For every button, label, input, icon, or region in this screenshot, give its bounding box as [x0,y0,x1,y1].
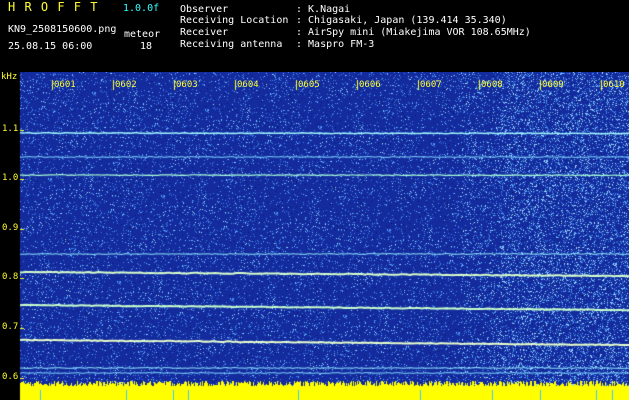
x-tick-label: 0607 [420,80,442,90]
x-tick-label: 0604 [237,80,259,90]
spectrogram-canvas [0,72,629,400]
location-label: Receiving Location [180,15,289,26]
program-version: 1.0.0f [123,3,160,14]
x-tick-label: 0603 [176,80,198,90]
date-time: 25.08.15 06:00 [8,41,93,52]
antenna-value: : Maspro FM-3 [296,39,375,50]
mode-label: meteor [124,29,161,40]
x-tick-label: 0605 [298,80,320,90]
y-tick-label: 1.0 [2,173,19,183]
receiver-label: Receiver [180,27,229,38]
receiver-value: : AirSpy mini (Miakejima VOR 108.65MHz) [296,27,531,38]
y-tick-label: 0.8 [2,272,19,282]
y-axis-unit: kHz [1,72,18,82]
location-value: : Chigasaki, Japan (139.414 35.340) [296,15,507,26]
y-tick-label: 0.6 [2,372,19,382]
y-tick-label: 1.1 [2,124,19,134]
x-tick-label: 0610 [603,80,625,90]
x-tick-label: 0602 [115,80,137,90]
x-tick-label: 0601 [54,80,76,90]
antenna-label: Receiving antenna [180,39,283,50]
file-name: KN9_2508150600.png [8,24,117,35]
x-tick-label: 0609 [542,80,564,90]
program-title: H R O F F T [8,0,99,14]
header-panel: H R O F F T 1.0.0f KN9_2508150600.png 25… [0,0,629,72]
x-tick-label: 0608 [481,80,503,90]
y-tick-label: 0.7 [2,322,19,332]
y-tick-label: 0.9 [2,223,19,233]
x-tick-label: 0606 [359,80,381,90]
mode-value: 18 [140,41,153,52]
